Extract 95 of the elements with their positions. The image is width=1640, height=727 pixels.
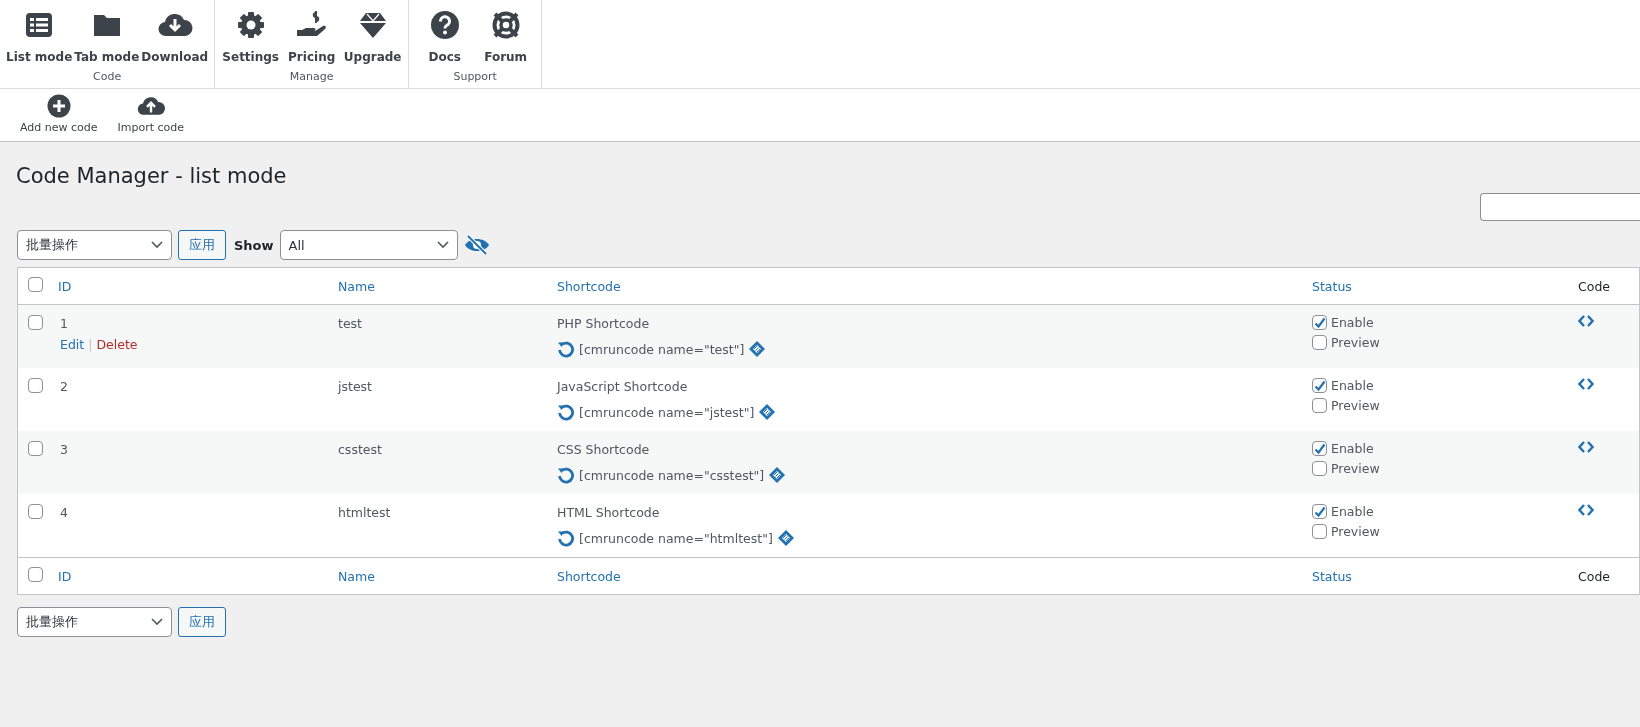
column-header[interactable]: ID	[58, 278, 72, 294]
shortcode-text: [cmruncode name="htmltest"]	[579, 530, 773, 546]
group-label: Code	[93, 70, 122, 83]
bulk-action-select[interactable]: 批量操作	[17, 607, 172, 637]
id-cell-text: 2	[60, 379, 69, 394]
name-cell-text: test	[338, 316, 363, 331]
code-icon[interactable]	[1578, 441, 1594, 453]
toolbar-button[interactable]: Download	[141, 6, 209, 64]
action-button[interactable]: Import code	[117, 94, 185, 141]
clipboard-icon[interactable]	[748, 340, 767, 358]
shortcode-text: [cmruncode name="jstest"]	[579, 404, 755, 420]
checkbox[interactable]	[1312, 335, 1327, 350]
checkbox-label: Preview	[1331, 398, 1380, 413]
plus-icon	[46, 94, 71, 118]
shortcode-text: [cmruncode name="test"]	[579, 341, 745, 357]
checkbox[interactable]	[28, 567, 43, 582]
refresh-icon[interactable]	[557, 403, 575, 421]
column-header[interactable]: Name	[338, 278, 375, 294]
id-cell-text: 4	[60, 505, 69, 520]
id-cell-text: 3	[60, 442, 69, 457]
checkbox-label: Enable	[1331, 315, 1374, 330]
id-cell-text: 1	[60, 316, 69, 331]
refresh-icon[interactable]	[557, 466, 575, 484]
checkbox-label: Enable	[1331, 441, 1374, 456]
group-label: Support	[453, 70, 497, 83]
code-icon[interactable]	[1578, 504, 1594, 516]
toolbar-button[interactable]: Tab mode	[74, 6, 140, 64]
shortcode-type: HTML Shortcode	[557, 505, 661, 520]
bulk-action-select[interactable]: 批量操作	[17, 230, 172, 260]
checkbox[interactable]	[1312, 461, 1327, 476]
clipboard-icon[interactable]	[758, 403, 777, 421]
show-label: Show	[234, 237, 274, 253]
column-header[interactable]: Status	[1312, 568, 1352, 584]
search-field[interactable]	[1480, 193, 1640, 221]
list-icon	[24, 10, 55, 40]
lifebuoy-icon	[490, 10, 521, 40]
checkbox-label: Enable	[1331, 504, 1374, 519]
refresh-icon[interactable]	[557, 340, 575, 358]
column-header: Code	[1578, 568, 1610, 584]
caret-icon	[151, 618, 163, 626]
checkbox-label: Preview	[1331, 335, 1380, 350]
checkbox[interactable]	[1312, 504, 1327, 519]
name-cell-text: csstest	[338, 442, 383, 457]
toolbar-button[interactable]: Docs	[415, 6, 475, 64]
checkbox[interactable]	[1312, 398, 1327, 413]
code-icon[interactable]	[1578, 315, 1594, 327]
checkbox[interactable]	[28, 378, 43, 393]
shortcode-type: CSS Shortcode	[557, 442, 651, 457]
edit-link[interactable]: Edit	[60, 337, 85, 352]
checkbox[interactable]	[1312, 315, 1327, 330]
toolbar-button[interactable]: Settings	[221, 6, 281, 64]
shortcode-text: [cmruncode name="csstest"]	[579, 467, 765, 483]
checkbox[interactable]	[28, 504, 43, 519]
clipboard-icon[interactable]	[776, 529, 795, 547]
shortcode-type: JavaScript Shortcode	[557, 379, 689, 394]
help-icon	[429, 10, 460, 40]
apply-button[interactable]: 应用	[178, 230, 226, 260]
toolbar-button[interactable]: Pricing	[282, 6, 342, 64]
action-button[interactable]: Add new code	[20, 94, 98, 141]
column-header: Code	[1578, 278, 1610, 294]
cloud-upload-icon	[135, 94, 166, 118]
diamond-icon	[357, 10, 388, 40]
name-cell-text: jstest	[338, 379, 373, 394]
column-header[interactable]: Name	[338, 568, 375, 584]
column-header[interactable]: ID	[58, 568, 72, 584]
name-cell-text: htmltest	[338, 505, 392, 520]
delete-link[interactable]: Delete	[96, 337, 138, 352]
checkbox[interactable]	[28, 277, 43, 292]
clipboard-icon[interactable]	[768, 466, 787, 484]
checkbox-label: Enable	[1331, 378, 1374, 393]
shortcode-type: PHP Shortcode	[557, 316, 651, 331]
apply-button[interactable]: 应用	[178, 607, 226, 637]
checkbox[interactable]	[28, 441, 43, 456]
toolbar-button[interactable]: Forum	[476, 6, 536, 64]
refresh-icon[interactable]	[557, 529, 575, 547]
checkbox[interactable]	[1312, 441, 1327, 456]
toolbar-button[interactable]: List mode	[6, 6, 73, 64]
column-header[interactable]: Status	[1312, 278, 1352, 294]
group-label: Manage	[289, 70, 334, 83]
column-header[interactable]: Shortcode	[557, 278, 621, 294]
eye-slash-icon[interactable]	[463, 234, 490, 256]
page-title: Code Manager - list mode	[16, 164, 287, 188]
caret-icon	[151, 241, 163, 249]
checkbox-label: Preview	[1331, 524, 1380, 539]
column-header[interactable]: Shortcode	[557, 568, 621, 584]
code-icon[interactable]	[1578, 378, 1594, 390]
checkbox[interactable]	[28, 315, 43, 330]
gear-icon	[235, 10, 266, 40]
toolbar-button[interactable]: Upgrade	[343, 6, 403, 64]
caret-icon	[436, 241, 449, 249]
checkbox[interactable]	[1312, 378, 1327, 393]
separator: |	[88, 337, 93, 352]
show-select[interactable]: All	[279, 230, 458, 260]
checkbox-label: Preview	[1331, 461, 1380, 476]
checkbox[interactable]	[1312, 524, 1327, 539]
